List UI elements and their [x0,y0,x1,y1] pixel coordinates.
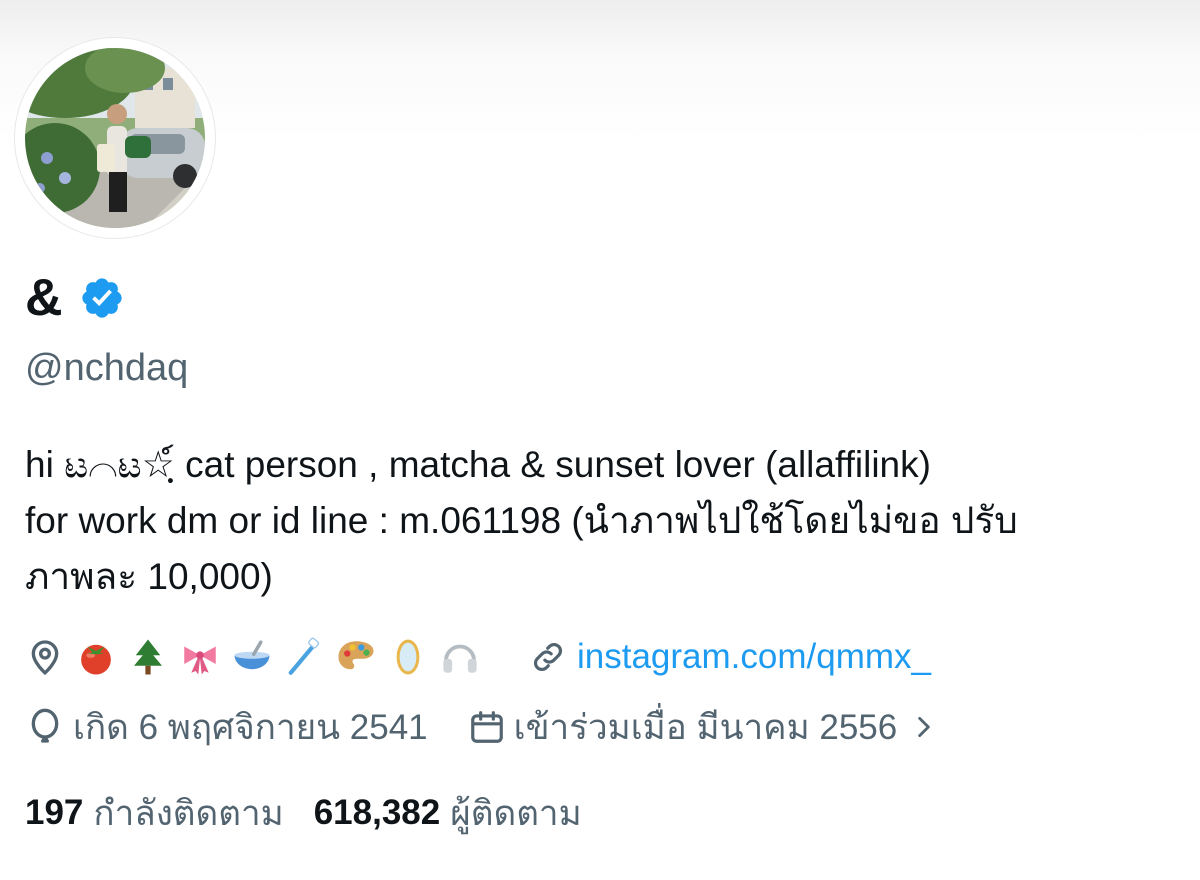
birth-joined-row: เกิด 6 พฤศจิกายน 2541 เข้าร่วมเมื่อ มีนา… [25,702,937,752]
ribbon-icon [177,634,223,680]
website-link[interactable]: instagram.com/qmmx_ [577,637,931,677]
toothbrush-icon [281,634,327,680]
link-icon [529,638,567,676]
birthdate-text: เกิด 6 พฤศจิกายน 2541 [73,707,428,747]
location-emoji-list [73,634,489,680]
following-label: กำลังติดตาม [93,793,284,833]
user-handle: @nchdaq [25,347,189,389]
balloon-icon [25,707,65,747]
artist-palette-icon [333,634,379,680]
followers-link[interactable]: 618,382 ผู้ติดตาม [314,786,582,841]
chevron-right-icon[interactable] [911,714,937,740]
headphones-icon [437,634,483,680]
bio-line-1: hi ಟ⌒ಟ☆ฺ์ cat person , matcha & sunset l… [25,444,931,485]
bio: hi ಟ⌒ಟ☆ฺ์ cat person , matcha & sunset l… [25,437,1185,605]
bio-line-2: for work dm or id line : m.061198 (นำภาพ… [25,500,1018,541]
calendar-icon [468,708,506,746]
display-name: & [25,269,63,327]
followers-count: 618,382 [313,793,441,832]
joined-date-text: เข้าร่วมเมื่อ มีนาคม 2556 [513,707,898,747]
followers-label: ผู้ติดตาม [450,793,582,833]
follow-counts-row: 197 กำลังติดตาม 618,382 ผู้ติดตาม [25,788,582,838]
location-website-row: instagram.com/qmmx_ [25,632,931,682]
name-row: & [25,268,125,328]
bowl-with-spoon-icon [229,634,275,680]
verified-badge-icon[interactable] [79,275,125,321]
location-pin-icon [25,637,65,677]
bio-line-3: ภาพละ 10,000) [25,556,273,597]
mirror-icon [385,634,431,680]
profile-photo [25,48,205,228]
avatar[interactable] [15,38,215,238]
following-link[interactable]: 197 กำลังติดตาม [25,786,284,841]
following-count: 197 [25,793,84,832]
evergreen-tree-icon [125,634,171,680]
tomato-icon [73,634,119,680]
